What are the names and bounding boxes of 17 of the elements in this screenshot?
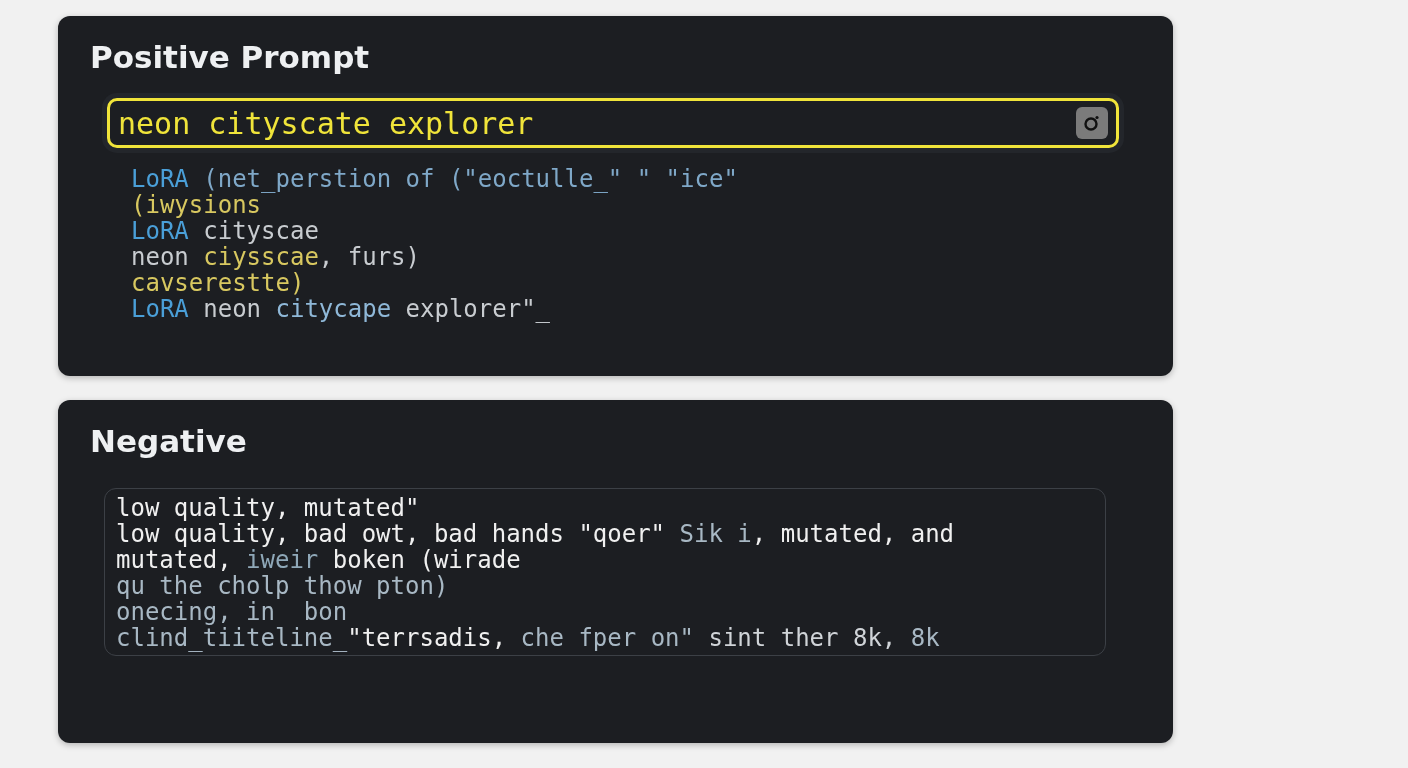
code-line: onecing, in bon: [116, 599, 349, 626]
code-line: low quality, mutated": [116, 495, 421, 522]
code-line: (iwysions: [131, 192, 262, 219]
code-line: neon ciysscae, furs): [131, 244, 421, 271]
code-line: LoRA neon citycape explorer"_: [131, 296, 552, 323]
camera-button[interactable]: [1076, 107, 1108, 140]
code-line: mutated, iweir boken (wirade: [116, 547, 522, 574]
camera-icon: [1082, 113, 1102, 134]
code-line: LoRA cityscae: [131, 218, 320, 245]
code-line: clind_tiiteline_"terrsadis, che fper on" sint ther 8k, 8k: [116, 625, 941, 652]
code-line: low quality, bad owt, bad hands "qoer" Sik i, mutated, and: [116, 521, 956, 548]
code-line: qu the cholp thow pton): [116, 573, 450, 600]
section-title: Positive Prompt: [89, 40, 371, 75]
code-line: cavserestte): [131, 270, 305, 297]
section-title: Negative: [89, 424, 248, 459]
negative-prompt-field[interactable]: [104, 488, 1106, 657]
code-line: LoRA (net_perstion of ("eoctulle_" " "ice": [131, 166, 739, 193]
